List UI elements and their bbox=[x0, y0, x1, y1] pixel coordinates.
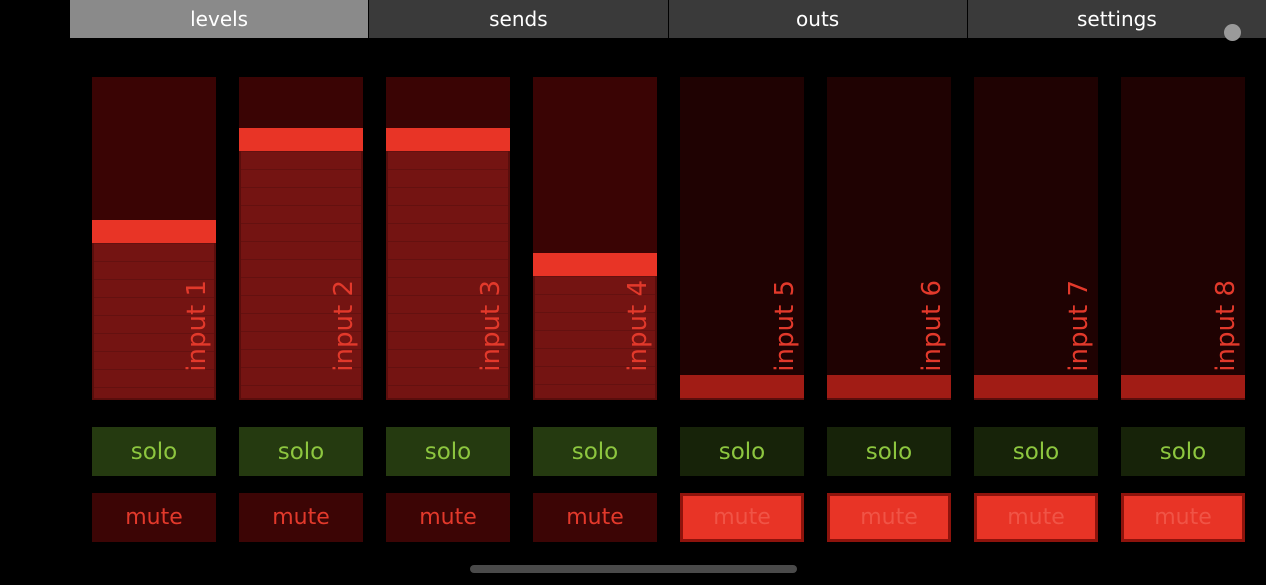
fader-fill bbox=[974, 398, 1098, 400]
channel-fader[interactable]: input 7 bbox=[974, 77, 1098, 400]
fader-fill bbox=[1121, 398, 1245, 400]
mute-button[interactable]: mute bbox=[239, 493, 363, 542]
fader-handle[interactable] bbox=[680, 375, 804, 398]
channel-label: input 8 bbox=[1211, 280, 1241, 372]
fader-handle[interactable] bbox=[974, 375, 1098, 398]
mute-button[interactable]: mute bbox=[1121, 493, 1245, 542]
solo-button[interactable]: solo bbox=[827, 427, 951, 476]
solo-button[interactable]: solo bbox=[386, 427, 510, 476]
solo-button[interactable]: solo bbox=[533, 427, 657, 476]
solo-button[interactable]: solo bbox=[239, 427, 363, 476]
mute-button[interactable]: mute bbox=[386, 493, 510, 542]
home-indicator[interactable] bbox=[470, 565, 797, 573]
channel-label: input 7 bbox=[1064, 280, 1094, 372]
channel-fader[interactable]: input 3 bbox=[386, 77, 510, 400]
channel-strip: input 7 solo mute bbox=[974, 0, 1098, 585]
channel-fader[interactable]: input 1 bbox=[92, 77, 216, 400]
solo-button[interactable]: solo bbox=[1121, 427, 1245, 476]
channel-strip: input 2 solo mute bbox=[239, 0, 363, 585]
solo-button[interactable]: solo bbox=[974, 427, 1098, 476]
channel-strip: input 8 solo mute bbox=[1121, 0, 1245, 585]
channel-strip: input 5 solo mute bbox=[680, 0, 804, 585]
fader-handle[interactable] bbox=[92, 220, 216, 243]
channel-label: input 5 bbox=[770, 280, 800, 372]
channel-fader[interactable]: input 6 bbox=[827, 77, 951, 400]
fader-fill bbox=[680, 398, 804, 400]
channel-fader[interactable]: input 5 bbox=[680, 77, 804, 400]
channel-fader[interactable]: input 2 bbox=[239, 77, 363, 400]
channel-strip: input 4 solo mute bbox=[533, 0, 657, 585]
fader-handle[interactable] bbox=[533, 253, 657, 276]
mute-button[interactable]: mute bbox=[680, 493, 804, 542]
channel-strip: input 3 solo mute bbox=[386, 0, 510, 585]
channel-label: input 6 bbox=[917, 280, 947, 372]
solo-button[interactable]: solo bbox=[680, 427, 804, 476]
mute-button[interactable]: mute bbox=[827, 493, 951, 542]
channel-label: input 4 bbox=[623, 280, 653, 372]
channel-fader[interactable]: input 4 bbox=[533, 77, 657, 400]
channel-label: input 3 bbox=[476, 280, 506, 372]
channel-fader[interactable]: input 8 bbox=[1121, 77, 1245, 400]
mute-button[interactable]: mute bbox=[533, 493, 657, 542]
channel-strip: input 6 solo mute bbox=[827, 0, 951, 585]
mute-button[interactable]: mute bbox=[92, 493, 216, 542]
channel-label: input 2 bbox=[329, 280, 359, 372]
fader-handle[interactable] bbox=[827, 375, 951, 398]
fader-handle[interactable] bbox=[386, 128, 510, 151]
channel-strip: input 1 solo mute bbox=[92, 0, 216, 585]
fader-fill bbox=[827, 398, 951, 400]
solo-button[interactable]: solo bbox=[92, 427, 216, 476]
channel-label: input 1 bbox=[182, 280, 212, 372]
mute-button[interactable]: mute bbox=[974, 493, 1098, 542]
fader-handle[interactable] bbox=[1121, 375, 1245, 398]
fader-handle[interactable] bbox=[239, 128, 363, 151]
